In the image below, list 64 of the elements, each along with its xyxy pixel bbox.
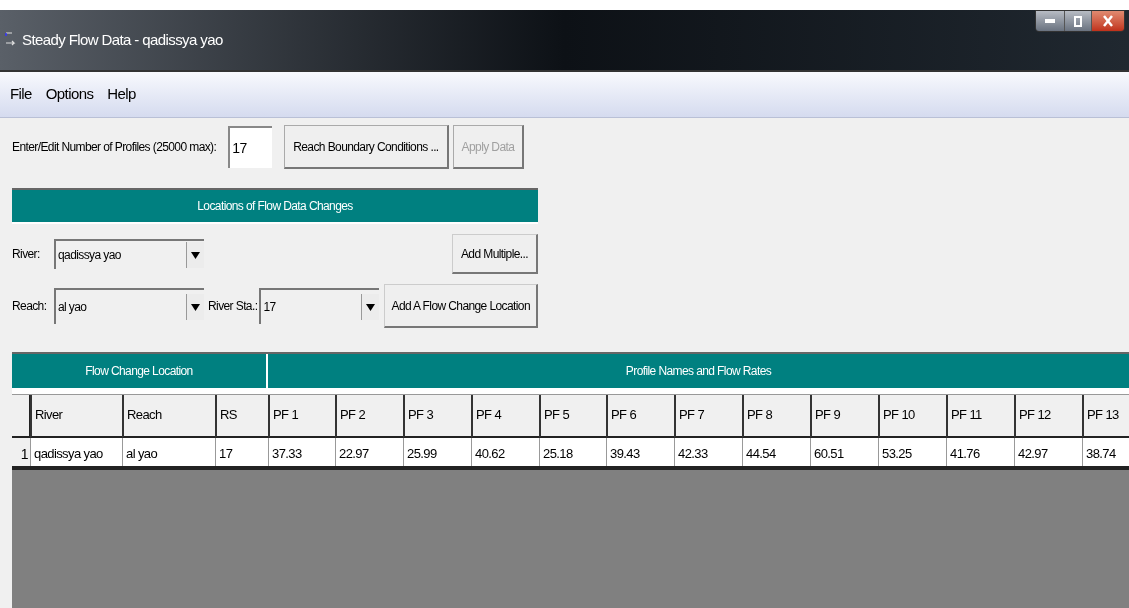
station-label: River Sta.: (208, 298, 258, 315)
table-cell: 41.76 (946, 438, 1014, 466)
table-cell: 44.54 (742, 438, 810, 466)
column-header: RS (215, 395, 268, 438)
dropdown-button[interactable] (361, 294, 380, 320)
table-cell: 38.74 (1082, 438, 1129, 466)
row-number: 1 (12, 438, 30, 466)
profiles-field[interactable]: 17 (228, 126, 273, 168)
close-icon (1103, 15, 1113, 27)
table-cell: qadissya yao (30, 438, 122, 466)
table-cell: 42.97 (1014, 438, 1082, 466)
table-cell: 25.18 (539, 438, 606, 466)
river-label: River: (12, 246, 41, 263)
column-header: Reach (122, 395, 215, 438)
caret-icon (191, 303, 200, 311)
station-dropdown[interactable]: 17 (259, 288, 380, 324)
column-header: PF 6 (606, 395, 674, 438)
reach-dropdown[interactable]: al yao (54, 288, 204, 324)
table-cell: 42.33 (674, 438, 742, 466)
add-location-button[interactable]: Add A Flow Change Location (384, 284, 538, 328)
column-header: PF 1 (268, 395, 335, 438)
maximize-icon (1074, 15, 1082, 27)
table-cell: 37.33 (268, 438, 335, 466)
maximize-button[interactable] (1064, 11, 1091, 31)
menu-item[interactable]: Help (107, 83, 136, 106)
table-cell: 22.97 (335, 438, 403, 466)
group-header: Flow Change Location (12, 354, 268, 388)
column-header: PF 11 (946, 395, 1014, 438)
caret-icon (191, 251, 200, 259)
table-cell: 53.25 (878, 438, 946, 466)
table-cell: al yao (122, 438, 215, 466)
column-header: PF 13 (1082, 395, 1129, 438)
column-header: PF 12 (1014, 395, 1082, 438)
corner-cell (12, 395, 30, 438)
window-title: Steady Flow Data - qadissya yao (22, 29, 223, 50)
column-header: PF 10 (878, 395, 946, 438)
column-header: PF 4 (471, 395, 539, 438)
table-cell: 25.99 (403, 438, 471, 466)
add-multiple-button[interactable]: Add Multiple... (451, 234, 538, 274)
boundary-conditions-button[interactable]: Reach Boundary Conditions ... (284, 125, 449, 169)
column-header: PF 2 (335, 395, 403, 438)
menu-item[interactable]: Options (45, 83, 94, 106)
table-cell: 17 (215, 438, 268, 466)
caret-icon (366, 303, 376, 311)
dropdown-button[interactable] (186, 294, 204, 320)
dropdown-button[interactable] (186, 242, 204, 268)
column-header: PF 9 (810, 395, 878, 438)
profiles-label: Enter/Edit Number of Profiles (25000 max): (12, 139, 217, 156)
table-cell: 60.51 (810, 438, 878, 466)
column-header: PF 3 (403, 395, 471, 438)
group-header: Profile Names and Flow Rates (268, 354, 1129, 388)
table-cell: 40.62 (471, 438, 539, 466)
reach-label: Reach: (12, 298, 48, 315)
river-dropdown[interactable]: qadissya yao (54, 239, 204, 269)
menu-item[interactable]: File (10, 83, 32, 106)
column-header: PF 5 (539, 395, 606, 438)
minimize-button[interactable] (1036, 11, 1064, 31)
column-header: River (30, 395, 122, 438)
column-header: PF 8 (742, 395, 810, 438)
column-header: PF 7 (674, 395, 742, 438)
minimize-icon (1045, 19, 1055, 23)
table-cell: 39.43 (606, 438, 674, 466)
close-button[interactable] (1091, 11, 1124, 31)
section-header: Locations of Flow Data Changes (12, 188, 538, 224)
